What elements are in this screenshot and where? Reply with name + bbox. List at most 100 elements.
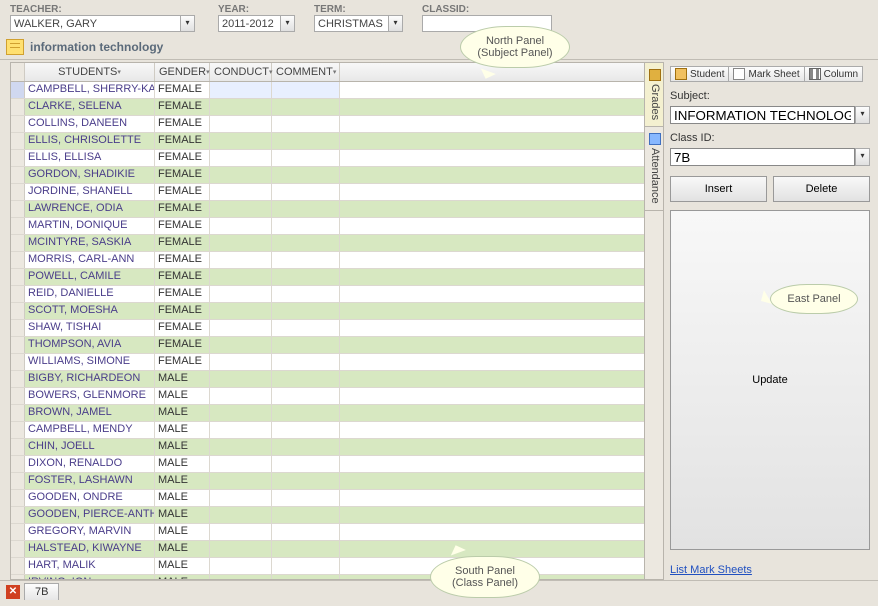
cell-gender[interactable]: FEMALE [155, 269, 210, 285]
cell-comment[interactable] [272, 439, 340, 455]
col-conduct[interactable]: CONDUCT▾ [210, 63, 272, 81]
row-selector[interactable] [11, 439, 25, 455]
row-selector[interactable] [11, 473, 25, 489]
row-selector[interactable] [11, 541, 25, 557]
table-row[interactable]: LAWRENCE, ODIAFEMALE [11, 201, 644, 218]
table-row[interactable]: FOSTER, LASHAWNMALE [11, 473, 644, 490]
cell-gender[interactable]: MALE [155, 422, 210, 438]
cell-gender[interactable]: MALE [155, 405, 210, 421]
row-selector[interactable] [11, 524, 25, 540]
cell-conduct[interactable] [210, 201, 272, 217]
cell-conduct[interactable] [210, 116, 272, 132]
cell-gender[interactable]: MALE [155, 490, 210, 506]
subject-input[interactable] [670, 106, 855, 124]
cell-gender[interactable]: FEMALE [155, 99, 210, 115]
cell-gender[interactable]: MALE [155, 473, 210, 489]
cell-student[interactable]: CHIN, JOELL [25, 439, 155, 455]
row-selector-header[interactable] [11, 63, 25, 81]
row-selector[interactable] [11, 167, 25, 183]
cell-gender[interactable]: MALE [155, 575, 210, 579]
cell-gender[interactable]: FEMALE [155, 116, 210, 132]
cell-student[interactable]: CAMPBELL, MENDY [25, 422, 155, 438]
cell-gender[interactable]: MALE [155, 371, 210, 387]
table-row[interactable]: SCOTT, MOESHAFEMALE [11, 303, 644, 320]
table-row[interactable]: SHAW, TISHAIFEMALE [11, 320, 644, 337]
cell-conduct[interactable] [210, 456, 272, 472]
table-row[interactable]: CAMPBELL, SHERRY-KAYEFEMALE [11, 82, 644, 99]
list-marksheets-link[interactable]: List Mark Sheets [670, 564, 870, 576]
table-row[interactable]: CHIN, JOELLMALE [11, 439, 644, 456]
cell-student[interactable]: MORRIS, CARL-ANN [25, 252, 155, 268]
subject-dropdown-icon[interactable]: ▾ [855, 106, 870, 124]
row-selector[interactable] [11, 575, 25, 579]
row-selector[interactable] [11, 218, 25, 234]
class-tab[interactable]: 7B [24, 583, 59, 600]
close-icon[interactable]: ✕ [6, 585, 20, 599]
row-selector[interactable] [11, 201, 25, 217]
table-row[interactable]: THOMPSON, AVIAFEMALE [11, 337, 644, 354]
row-selector[interactable] [11, 184, 25, 200]
east-classid-input[interactable] [670, 148, 855, 166]
cell-comment[interactable] [272, 184, 340, 200]
cell-student[interactable]: IRVING, ION [25, 575, 155, 579]
cell-gender[interactable]: FEMALE [155, 354, 210, 370]
cell-conduct[interactable] [210, 337, 272, 353]
cell-comment[interactable] [272, 133, 340, 149]
delete-button[interactable]: Delete [773, 176, 870, 202]
cell-student[interactable]: JORDINE, SHANELL [25, 184, 155, 200]
cell-student[interactable]: GOODEN, ONDRE [25, 490, 155, 506]
cell-conduct[interactable] [210, 507, 272, 523]
cell-gender[interactable]: MALE [155, 388, 210, 404]
cell-comment[interactable] [272, 524, 340, 540]
cell-student[interactable]: WILLIAMS, SIMONE [25, 354, 155, 370]
cell-comment[interactable] [272, 82, 340, 98]
cell-student[interactable]: FOSTER, LASHAWN [25, 473, 155, 489]
table-row[interactable]: COLLINS, DANEENFEMALE [11, 116, 644, 133]
insert-button[interactable]: Insert [670, 176, 767, 202]
cell-conduct[interactable] [210, 320, 272, 336]
cell-comment[interactable] [272, 422, 340, 438]
cell-conduct[interactable] [210, 473, 272, 489]
table-row[interactable]: ELLIS, ELLISAFEMALE [11, 150, 644, 167]
table-row[interactable]: GOODEN, ONDREMALE [11, 490, 644, 507]
row-selector[interactable] [11, 558, 25, 574]
table-row[interactable]: MARTIN, DONIQUEFEMALE [11, 218, 644, 235]
cell-gender[interactable]: FEMALE [155, 235, 210, 251]
cell-comment[interactable] [272, 320, 340, 336]
classid-dropdown-icon[interactable]: ▾ [855, 148, 870, 166]
cell-gender[interactable]: FEMALE [155, 82, 210, 98]
cell-comment[interactable] [272, 575, 340, 579]
cell-gender[interactable]: FEMALE [155, 184, 210, 200]
col-students[interactable]: STUDENTS▾ [25, 63, 155, 81]
cell-conduct[interactable] [210, 558, 272, 574]
row-selector[interactable] [11, 82, 25, 98]
row-selector[interactable] [11, 405, 25, 421]
cell-comment[interactable] [272, 252, 340, 268]
table-row[interactable]: MCINTYRE, SASKIAFEMALE [11, 235, 644, 252]
cell-gender[interactable]: MALE [155, 541, 210, 557]
cell-conduct[interactable] [210, 405, 272, 421]
term-input[interactable] [314, 15, 388, 32]
table-row[interactable]: GOODEN, PIERCE-ANTHONYMALE [11, 507, 644, 524]
row-selector[interactable] [11, 150, 25, 166]
cell-student[interactable]: BIGBY, RICHARDEON [25, 371, 155, 387]
cell-student[interactable]: DIXON, RENALDO [25, 456, 155, 472]
cell-gender[interactable]: FEMALE [155, 167, 210, 183]
row-selector[interactable] [11, 388, 25, 404]
table-row[interactable]: IRVING, IONMALE [11, 575, 644, 579]
cell-student[interactable]: CAMPBELL, SHERRY-KAYE [25, 82, 155, 98]
cell-gender[interactable]: FEMALE [155, 252, 210, 268]
tab-grades[interactable]: Grades [645, 63, 663, 127]
cell-gender[interactable]: FEMALE [155, 133, 210, 149]
cell-conduct[interactable] [210, 150, 272, 166]
cell-comment[interactable] [272, 286, 340, 302]
cell-conduct[interactable] [210, 167, 272, 183]
cell-student[interactable]: MARTIN, DONIQUE [25, 218, 155, 234]
cell-comment[interactable] [272, 337, 340, 353]
table-row[interactable]: JORDINE, SHANELLFEMALE [11, 184, 644, 201]
term-dropdown-icon[interactable]: ▾ [388, 15, 403, 32]
cell-comment[interactable] [272, 235, 340, 251]
row-selector[interactable] [11, 507, 25, 523]
grid-body[interactable]: CAMPBELL, SHERRY-KAYEFEMALECLARKE, SELEN… [11, 82, 644, 579]
cell-student[interactable]: CLARKE, SELENA [25, 99, 155, 115]
